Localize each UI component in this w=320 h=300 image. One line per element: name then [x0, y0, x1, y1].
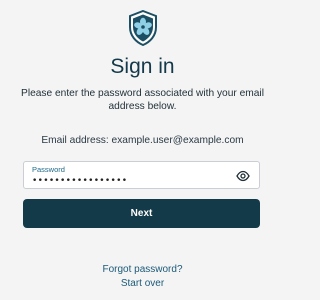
email-address-text: Email address: example.user@example.com — [41, 135, 244, 146]
forgot-password-link[interactable]: Forgot password? — [0, 264, 285, 275]
password-label: Password — [32, 165, 65, 174]
password-field[interactable]: Password ••••••••••••••••• — [23, 161, 260, 189]
next-button[interactable]: Next — [23, 199, 260, 228]
start-over-link[interactable]: Start over — [0, 278, 285, 289]
password-input[interactable]: ••••••••••••••••• — [32, 176, 127, 186]
page-subtitle: Please enter the password associated wit… — [21, 88, 264, 112]
shield-flower-icon — [129, 10, 157, 46]
eye-icon[interactable] — [236, 170, 250, 182]
page-title: Sign in — [110, 55, 175, 78]
